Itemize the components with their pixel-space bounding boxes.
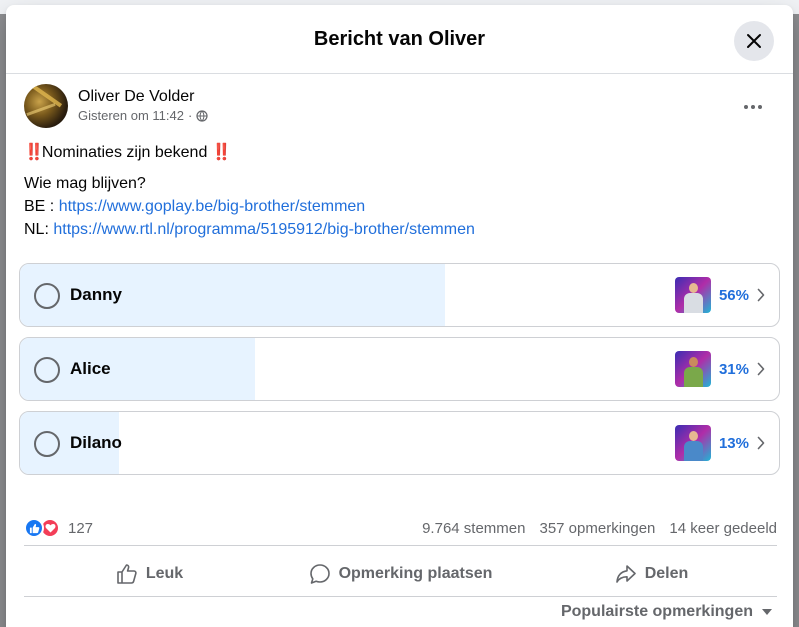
- like-reaction-icon: [24, 518, 44, 538]
- globe-icon: [196, 110, 208, 122]
- action-bar: Leuk Opmerking plaatsen Delen: [24, 552, 777, 596]
- poll-percent[interactable]: 31%: [719, 361, 749, 378]
- voter-avatar[interactable]: [674, 277, 711, 313]
- double-exclamation-icon: ‼️: [211, 144, 232, 161]
- poll-percent[interactable]: 13%: [719, 435, 749, 452]
- poll-option-right: 31%: [674, 351, 765, 387]
- separator-dot: ·: [187, 108, 193, 123]
- reaction-count[interactable]: 127: [68, 520, 93, 537]
- stats-right: 9.764 stemmen 357 opmerkingen 14 keer ge…: [422, 520, 777, 537]
- be-prefix: BE :: [24, 198, 59, 215]
- voter-avatar[interactable]: [674, 351, 711, 387]
- poll-option-label: Dilano: [70, 433, 122, 452]
- poll-option-label: Danny: [70, 285, 122, 304]
- comment-icon: [309, 564, 330, 584]
- voter-avatar[interactable]: [674, 425, 711, 461]
- share-label: Delen: [644, 565, 689, 582]
- poll-option-right: 56%: [674, 277, 765, 313]
- radio-button[interactable]: [34, 357, 60, 383]
- post-line-be: BE : https://www.goplay.be/big-brother/s…: [24, 195, 475, 218]
- like-label: Leuk: [145, 565, 184, 582]
- double-exclamation-icon: ‼️: [24, 144, 44, 161]
- post-line-2: Wie mag blijven?: [24, 175, 146, 192]
- share-button[interactable]: Delen: [526, 552, 777, 596]
- thumbs-up-icon: [117, 564, 137, 584]
- divider: [24, 545, 777, 546]
- chevron-right-icon: [757, 436, 765, 450]
- post-time-row: Gisteren om 11:42 ·: [78, 107, 208, 125]
- poll-option-dilano[interactable]: Dilano 13%: [19, 411, 780, 475]
- post-header: Oliver De Volder Gisteren om 11:42 ·: [24, 84, 208, 128]
- dialog-header: Bericht van Oliver: [6, 5, 793, 74]
- close-icon: [747, 34, 761, 48]
- post-line-1: ‼️Nominaties zijn bekend ‼️: [24, 141, 475, 164]
- post-stats: 127 9.764 stemmen 357 opmerkingen 14 kee…: [24, 513, 777, 543]
- post-line-nl: NL: https://www.rtl.nl/programma/5195912…: [24, 218, 475, 241]
- poll-option-right: 13%: [674, 425, 765, 461]
- poll-option-label: Alice: [70, 359, 111, 378]
- caret-down-icon: [762, 609, 772, 615]
- post-meta: Oliver De Volder Gisteren om 11:42 ·: [78, 87, 208, 125]
- comment-label: Opmerking plaatsen: [338, 565, 493, 582]
- like-button[interactable]: Leuk: [24, 552, 275, 596]
- reactions-summary[interactable]: 127: [24, 518, 93, 538]
- post-text: ‼️Nominaties zijn bekend ‼️ Wie mag blij…: [24, 141, 475, 241]
- poll: Danny 56% Alice 31% Dilano 13%: [19, 263, 780, 485]
- post-timestamp[interactable]: Gisteren om 11:42: [78, 107, 184, 125]
- nl-prefix: NL:: [24, 221, 54, 238]
- poll-percent[interactable]: 56%: [719, 287, 749, 304]
- goplay-link[interactable]: https://www.goplay.be/big-brother/stemme…: [59, 198, 366, 215]
- close-button[interactable]: [734, 21, 774, 61]
- radio-button[interactable]: [34, 283, 60, 309]
- more-options-button[interactable]: [739, 97, 767, 117]
- shares-count[interactable]: 14 keer gedeeld: [669, 520, 777, 537]
- votes-count[interactable]: 9.764 stemmen: [422, 520, 525, 537]
- comment-sort-dropdown[interactable]: Populairste opmerkingen: [561, 603, 773, 621]
- dialog-title: Bericht van Oliver: [313, 27, 486, 50]
- poll-option-alice[interactable]: Alice 31%: [19, 337, 780, 401]
- author-name[interactable]: Oliver De Volder: [78, 87, 208, 107]
- rtl-link[interactable]: https://www.rtl.nl/programma/5195912/big…: [53, 221, 475, 238]
- radio-button[interactable]: [34, 431, 60, 457]
- post-line-1-text: Nominaties zijn bekend: [41, 144, 208, 161]
- chevron-right-icon: [757, 362, 765, 376]
- comments-count[interactable]: 357 opmerkingen: [539, 520, 655, 537]
- post-dialog: Bericht van Oliver Oliver De Volder Gist…: [6, 5, 793, 627]
- sort-label: Populairste opmerkingen: [560, 603, 753, 620]
- divider: [24, 596, 777, 597]
- chevron-right-icon: [757, 288, 765, 302]
- share-icon: [615, 565, 636, 583]
- avatar[interactable]: [24, 84, 68, 128]
- comment-button[interactable]: Opmerking plaatsen: [275, 552, 526, 596]
- poll-option-danny[interactable]: Danny 56%: [19, 263, 780, 327]
